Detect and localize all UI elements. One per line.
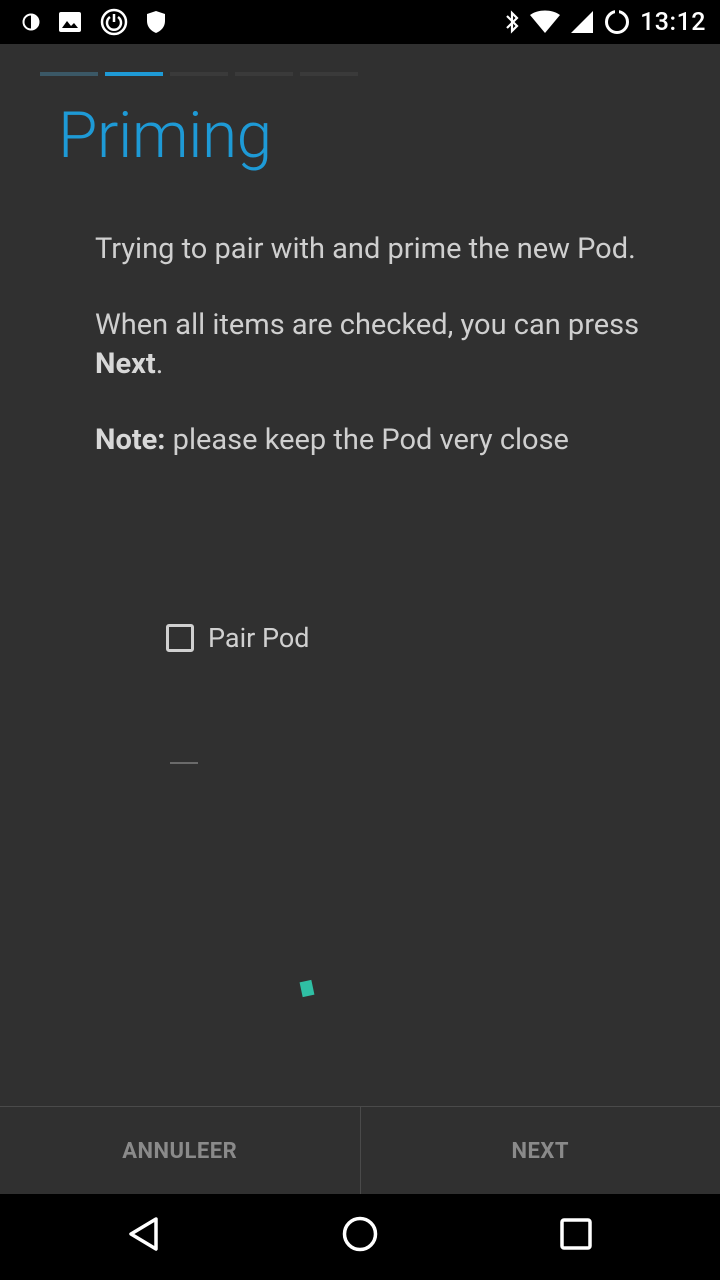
wifi-icon <box>530 10 561 34</box>
wizard-step-1 <box>40 72 98 76</box>
half-circle-icon <box>22 13 40 31</box>
wizard-step-4 <box>235 72 293 76</box>
paragraph2-suffix: . <box>155 347 164 381</box>
instructions: Trying to pair with and prime the new Po… <box>95 230 655 497</box>
wizard-step-5 <box>300 72 358 76</box>
instruction-paragraph-1: Trying to pair with and prime the new Po… <box>95 232 636 266</box>
next-button[interactable]: NEXT <box>361 1107 720 1195</box>
wizard-step-2 <box>105 72 163 76</box>
home-icon[interactable] <box>340 1214 380 1258</box>
recents-icon[interactable] <box>558 1214 594 1258</box>
paragraph2-bold: Next <box>95 347 156 381</box>
wizard-progress <box>40 72 358 76</box>
note-text: please keep the Pod very close <box>165 423 569 457</box>
image-icon <box>58 11 82 33</box>
instruction-paragraph-2: When all items are checked, you can pres… <box>95 306 655 384</box>
sync-icon <box>604 9 630 35</box>
signal-icon <box>570 10 594 34</box>
progress-dash <box>170 762 198 764</box>
note-label: Note: <box>95 423 166 457</box>
note-paragraph: Note: please keep the Pod very close <box>95 421 655 460</box>
loading-spinner <box>299 979 315 998</box>
paragraph2-prefix: When all items are checked, you can pres… <box>95 308 640 342</box>
status-bar: 13:12 <box>0 0 720 44</box>
shield-icon <box>146 10 166 34</box>
pair-pod-item[interactable]: Pair Pod <box>166 622 309 654</box>
pair-pod-label: Pair Pod <box>208 622 310 654</box>
navigation-bar <box>0 1194 720 1280</box>
status-right-icons: 13:12 <box>504 6 706 38</box>
status-clock: 13:12 <box>640 7 706 37</box>
status-left-icons <box>22 8 166 36</box>
pair-pod-checkbox[interactable] <box>166 624 194 652</box>
power-icon <box>100 8 128 36</box>
cancel-button[interactable]: ANNULEER <box>0 1107 360 1195</box>
wizard-footer: ANNULEER NEXT <box>0 1106 720 1195</box>
wizard-step-3 <box>170 72 228 76</box>
bluetooth-icon <box>504 9 520 35</box>
page-title: Priming <box>58 98 272 173</box>
back-icon[interactable] <box>126 1214 162 1258</box>
